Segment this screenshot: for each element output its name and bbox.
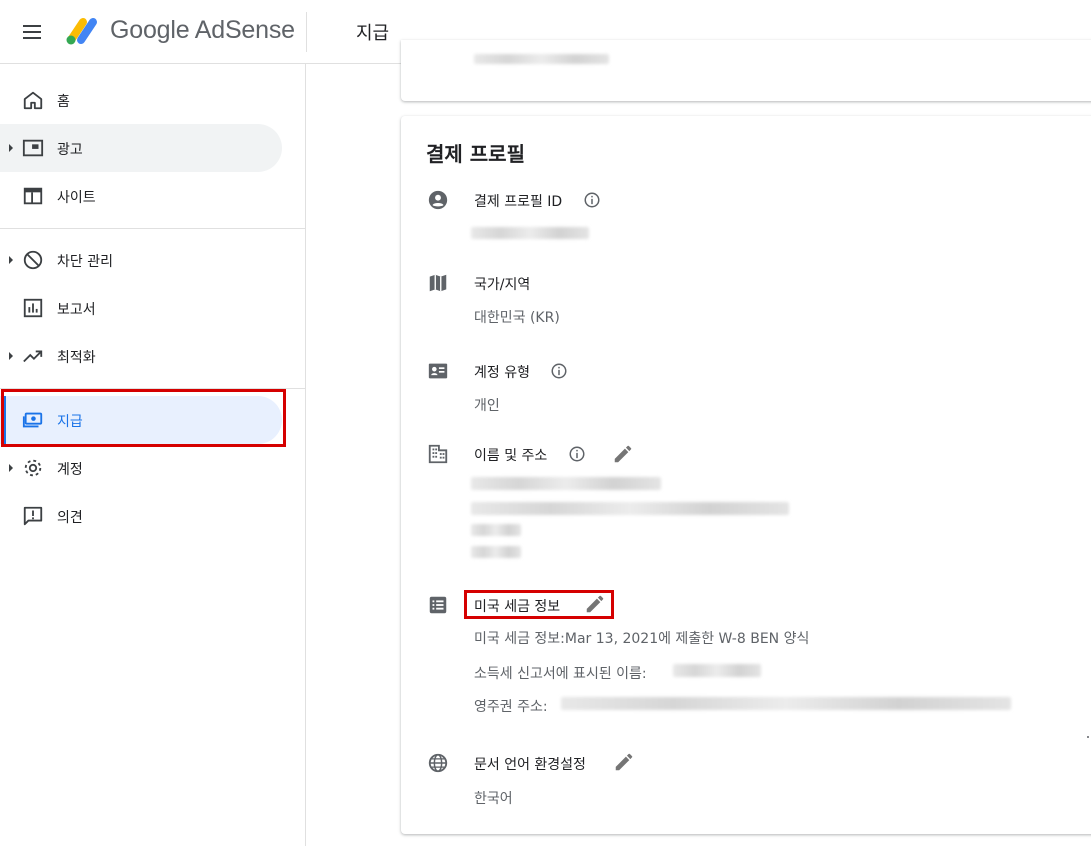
sidebar-item-account[interactable]: 계정 bbox=[0, 444, 282, 492]
info-icon[interactable] bbox=[568, 445, 586, 463]
country-label: 국가/지역 bbox=[474, 277, 531, 293]
redacted-address-line bbox=[471, 502, 789, 515]
edit-pencil-icon[interactable] bbox=[584, 593, 606, 615]
sidebar-item-label: 지급 bbox=[57, 414, 83, 430]
account-type-label: 계정 유형 bbox=[474, 365, 530, 381]
artifact-dot bbox=[1087, 736, 1089, 738]
sidebar-item-reports[interactable]: 보고서 bbox=[0, 284, 282, 332]
globe-icon bbox=[428, 753, 448, 773]
payment-profile-card: 결제 프로필 결제 프로필 ID 국가/지역 대한민국 (KR) 계정 유형 개… bbox=[401, 116, 1091, 834]
sidebar-item-ads[interactable]: 광고 bbox=[0, 124, 282, 172]
account-type-value: 개인 bbox=[474, 398, 500, 414]
list-icon bbox=[429, 596, 447, 614]
adsense-logo-icon[interactable] bbox=[65, 16, 99, 46]
sidebar-nav: 홈 광고 사이트 차단 관리 보고서 최적화 지급 계정 의견 bbox=[0, 64, 306, 846]
country-value: 대한민국 (KR) bbox=[474, 310, 560, 326]
reports-icon bbox=[23, 298, 43, 318]
edit-pencil-icon[interactable] bbox=[612, 443, 634, 465]
redacted-permanent-address bbox=[561, 697, 1011, 710]
expand-caret-icon[interactable] bbox=[9, 144, 13, 152]
sidebar-item-sites[interactable]: 사이트 bbox=[0, 172, 282, 220]
sidebar-item-optimization[interactable]: 최적화 bbox=[0, 332, 282, 380]
payments-icon bbox=[22, 412, 43, 428]
gear-icon bbox=[24, 459, 42, 477]
card-title: 결제 프로필 bbox=[426, 142, 525, 166]
info-icon[interactable] bbox=[550, 362, 568, 380]
home-icon bbox=[23, 91, 43, 110]
sidebar-item-label: 의견 bbox=[57, 510, 83, 526]
header-divider bbox=[306, 12, 307, 52]
feedback-icon bbox=[23, 506, 43, 526]
payment-profile-id-label: 결제 프로필 ID bbox=[474, 194, 563, 210]
permanent-address-label: 영주권 주소: bbox=[474, 699, 548, 715]
document-language-value: 한국어 bbox=[474, 791, 513, 807]
tax-return-name-label: 소득세 신고서에 표시된 이름: bbox=[474, 666, 647, 682]
ads-icon bbox=[22, 139, 44, 157]
contact-card-icon bbox=[428, 363, 448, 379]
expand-caret-icon[interactable] bbox=[9, 256, 13, 264]
expand-caret-icon[interactable] bbox=[9, 352, 13, 360]
us-tax-info-label: 미국 세금 정보 bbox=[474, 599, 561, 615]
expand-caret-icon[interactable] bbox=[9, 464, 13, 472]
redacted-profile-id bbox=[471, 227, 589, 239]
sidebar-item-label: 사이트 bbox=[57, 190, 96, 206]
sidebar-item-label: 계정 bbox=[57, 462, 83, 478]
redacted-name bbox=[471, 477, 661, 490]
name-address-label: 이름 및 주소 bbox=[474, 448, 548, 464]
redacted-address-line bbox=[471, 546, 521, 558]
page-title: 지급 bbox=[356, 23, 390, 44]
sidebar-item-label: 광고 bbox=[57, 142, 83, 158]
us-tax-form-info: 미국 세금 정보:Mar 13, 2021에 제출한 W-8 BEN 양식 bbox=[474, 631, 810, 647]
document-language-label: 문서 언어 환경설정 bbox=[474, 757, 586, 773]
sidebar-item-label: 홈 bbox=[57, 94, 70, 110]
account-circle-icon bbox=[428, 190, 448, 210]
block-icon bbox=[23, 250, 43, 270]
redacted-text bbox=[474, 54, 609, 64]
sidebar-item-home[interactable]: 홈 bbox=[0, 76, 282, 124]
info-icon[interactable] bbox=[583, 191, 601, 209]
building-icon bbox=[428, 444, 448, 464]
hamburger-menu-icon[interactable] bbox=[19, 20, 47, 44]
app-name[interactable]: Google AdSense bbox=[110, 16, 295, 45]
edit-pencil-icon[interactable] bbox=[613, 751, 635, 773]
sidebar-item-payments[interactable]: 지급 bbox=[0, 396, 282, 444]
redacted-address-line bbox=[471, 524, 521, 536]
redacted-tax-name bbox=[673, 664, 761, 677]
active-indicator bbox=[3, 396, 6, 444]
sidebar-item-feedback[interactable]: 의견 bbox=[0, 492, 282, 540]
map-icon bbox=[429, 274, 447, 292]
trending-up-icon bbox=[23, 350, 43, 363]
sidebar-item-block-controls[interactable]: 차단 관리 bbox=[0, 236, 282, 284]
sites-icon bbox=[23, 187, 43, 205]
sidebar-divider bbox=[0, 228, 306, 229]
sidebar-divider bbox=[0, 388, 306, 389]
sidebar-item-label: 최적화 bbox=[57, 350, 96, 366]
sidebar-item-label: 차단 관리 bbox=[57, 254, 113, 270]
sidebar-item-label: 보고서 bbox=[57, 302, 96, 318]
previous-card bbox=[401, 40, 1091, 101]
